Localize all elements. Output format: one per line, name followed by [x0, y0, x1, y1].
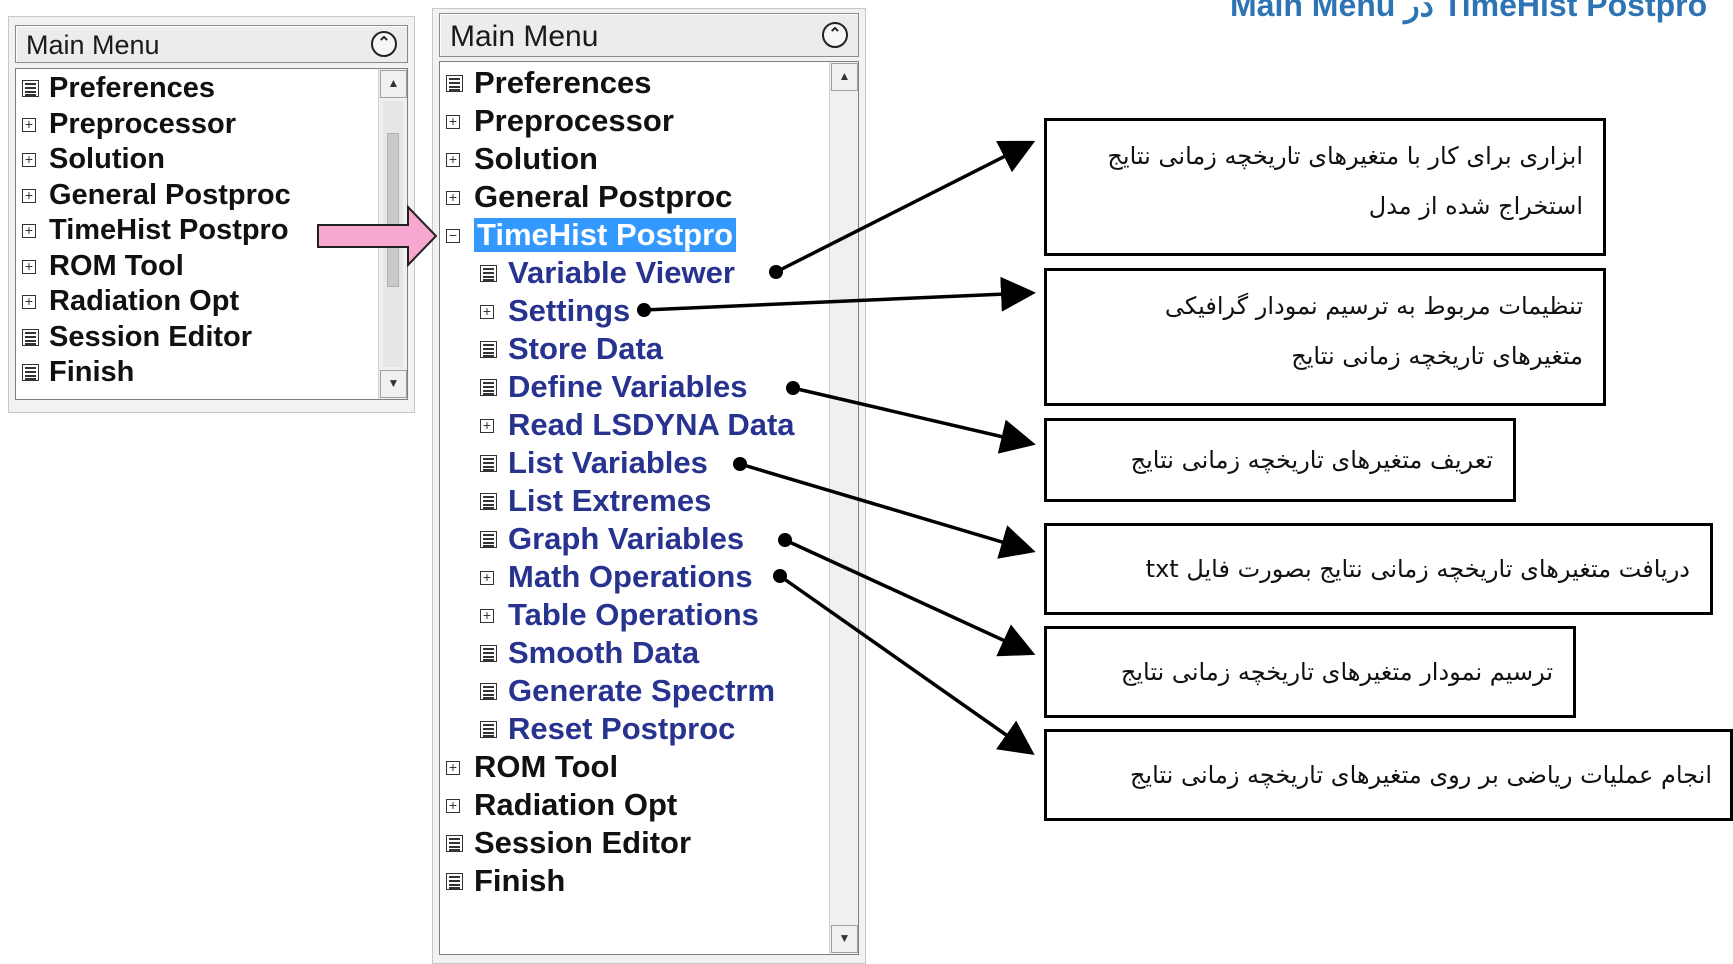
arrow-graph-variables — [784, 538, 1036, 657]
arrow-math-operations — [778, 574, 1035, 756]
annotation-arrows — [317, 140, 1036, 756]
anchor-dot — [773, 569, 787, 583]
anchor-dot — [778, 533, 792, 547]
anchor-dot — [786, 381, 800, 395]
anchor-dot — [769, 265, 783, 279]
anchor-dot — [733, 457, 747, 471]
pink-pointer-arrow — [317, 204, 438, 268]
anchor-dot — [637, 303, 651, 317]
arrow-define-variables — [792, 386, 1036, 454]
arrow-settings — [643, 276, 1036, 312]
arrow-variable-viewer — [775, 140, 1036, 274]
